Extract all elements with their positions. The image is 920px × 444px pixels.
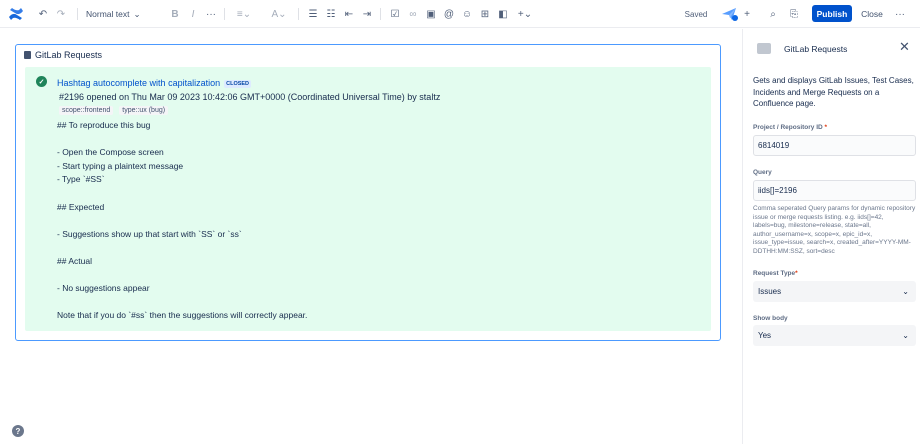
panel-title: GitLab Requests <box>784 44 848 54</box>
query-input[interactable] <box>753 180 916 201</box>
project-id-label-text: Project / Repository ID <box>753 124 823 131</box>
bold-icon[interactable]: B <box>168 0 182 28</box>
mention-icon[interactable]: @ <box>442 0 456 28</box>
panel-description: Gets and displays GitLab Issues, Test Ca… <box>753 76 914 108</box>
text-style-label: Normal text <box>86 9 130 19</box>
body-line <box>57 187 697 201</box>
macro-icon <box>757 43 771 54</box>
body-line: - Start typing a plaintext message <box>57 160 184 171</box>
invite-icon[interactable]: + <box>740 0 754 28</box>
query-label: Query <box>753 169 772 176</box>
saved-status: Saved <box>684 9 708 19</box>
request-type-label-text: Request Type <box>753 270 796 277</box>
confluence-logo[interactable] <box>8 0 24 28</box>
body-line: ## Expected <box>57 201 105 212</box>
body-line <box>57 269 697 283</box>
task-icon[interactable]: ☑ <box>388 0 402 28</box>
gitlab-macro[interactable]: GitLab Requests ✓ Hashtag autocomplete w… <box>15 44 721 341</box>
project-id-input[interactable] <box>753 135 916 156</box>
body-line: - Open the Compose screen <box>57 147 164 158</box>
close-button[interactable]: Close <box>858 0 886 28</box>
layout-icon[interactable]: ◧ <box>496 0 510 28</box>
issue-title[interactable]: Hashtag autocomplete with capitalization… <box>57 78 252 88</box>
emoji-icon[interactable]: ☺ <box>460 0 474 28</box>
chevron-down-icon: ⌄ <box>133 8 141 19</box>
show-body-value: Yes <box>758 331 772 340</box>
bullet-list-icon[interactable]: ☰ <box>306 0 320 28</box>
body-line <box>57 241 697 255</box>
table-icon[interactable]: ⊞ <box>478 0 492 28</box>
status-badge: CLOSED <box>224 79 252 88</box>
body-line: Note that if you do `#ss` then the sugge… <box>57 310 308 321</box>
close-icon[interactable]: ✕ <box>899 39 910 55</box>
label-tag: type::ux (bug) <box>119 106 169 115</box>
label-tag: scope::frontend <box>59 106 114 115</box>
issue-meta: #2196 opened on Thu Mar 09 2023 10:42:06… <box>59 92 441 102</box>
chevron-down-icon: ⌄ <box>902 287 909 296</box>
body-line <box>57 214 697 228</box>
request-type-select[interactable]: Issues ⌄ <box>753 281 916 302</box>
undo-icon[interactable]: ↶ <box>36 0 50 28</box>
chevron-down-icon: ⌄ <box>902 331 909 340</box>
body-line: ## Actual <box>57 255 92 266</box>
more-formatting-icon[interactable]: ··· <box>204 0 218 28</box>
numbered-list-icon[interactable]: ☷ <box>324 0 338 28</box>
copy-link-icon[interactable]: ⎘ <box>787 0 801 28</box>
more-icon[interactable]: ··· <box>893 0 907 28</box>
body-line: - Type `#SS` <box>57 174 105 185</box>
issue-labels: scope::frontend type::ux (bug) <box>59 106 169 115</box>
body-line <box>57 296 697 310</box>
redo-icon[interactable]: ↷ <box>54 0 68 28</box>
text-style-dropdown[interactable]: Normal text ⌄ <box>86 0 150 28</box>
publish-button[interactable]: Publish <box>812 5 852 22</box>
request-type-value: Issues <box>758 287 782 296</box>
image-icon[interactable]: ▣ <box>424 0 438 28</box>
outdent-icon[interactable]: ⇤ <box>342 0 356 28</box>
required-marker: * <box>795 270 798 277</box>
body-line <box>57 133 697 147</box>
align-icon[interactable]: ≡⌄ <box>234 0 254 28</box>
italic-icon[interactable]: I <box>186 0 200 28</box>
search-icon[interactable]: ⌕ <box>766 0 780 28</box>
check-circle-icon: ✓ <box>36 76 47 87</box>
help-icon[interactable]: ? <box>12 425 24 437</box>
issue-body: ## To reproduce this bug - Open the Comp… <box>57 119 697 323</box>
editor-toolbar: ↶ ↷ Normal text ⌄ B I ··· ≡⌄ A⌄ ☰ ☷ ⇤ ⇥ ☑… <box>0 0 920 28</box>
required-marker: * <box>824 124 828 131</box>
text-color-icon[interactable]: A⌄ <box>268 0 290 28</box>
document-icon <box>24 51 31 59</box>
link-icon[interactable]: ∞ <box>406 0 420 28</box>
project-id-label: Project / Repository ID * <box>753 124 827 131</box>
show-body-select[interactable]: Yes ⌄ <box>753 325 916 346</box>
macro-config-panel: GitLab Requests ✕ Gets and displays GitL… <box>742 29 920 444</box>
issue-card: ✓ Hashtag autocomplete with capitalizati… <box>25 67 711 331</box>
indent-icon[interactable]: ⇥ <box>360 0 374 28</box>
body-line: ## To reproduce this bug <box>57 120 151 130</box>
query-help-text: Comma seperated Query params for dynamic… <box>753 205 916 255</box>
macro-title: GitLab Requests <box>35 50 103 60</box>
collaborator-avatar[interactable] <box>720 0 740 28</box>
macro-header: GitLab Requests <box>24 50 102 60</box>
body-line: - Suggestions show up that start with `S… <box>57 228 242 239</box>
show-body-label: Show body <box>753 315 788 322</box>
issue-title-link[interactable]: Hashtag autocomplete with capitalization <box>57 78 220 88</box>
insert-icon[interactable]: +⌄ <box>514 0 536 28</box>
request-type-label: Request Type* <box>753 270 798 277</box>
body-line: - No suggestions appear <box>57 283 150 294</box>
